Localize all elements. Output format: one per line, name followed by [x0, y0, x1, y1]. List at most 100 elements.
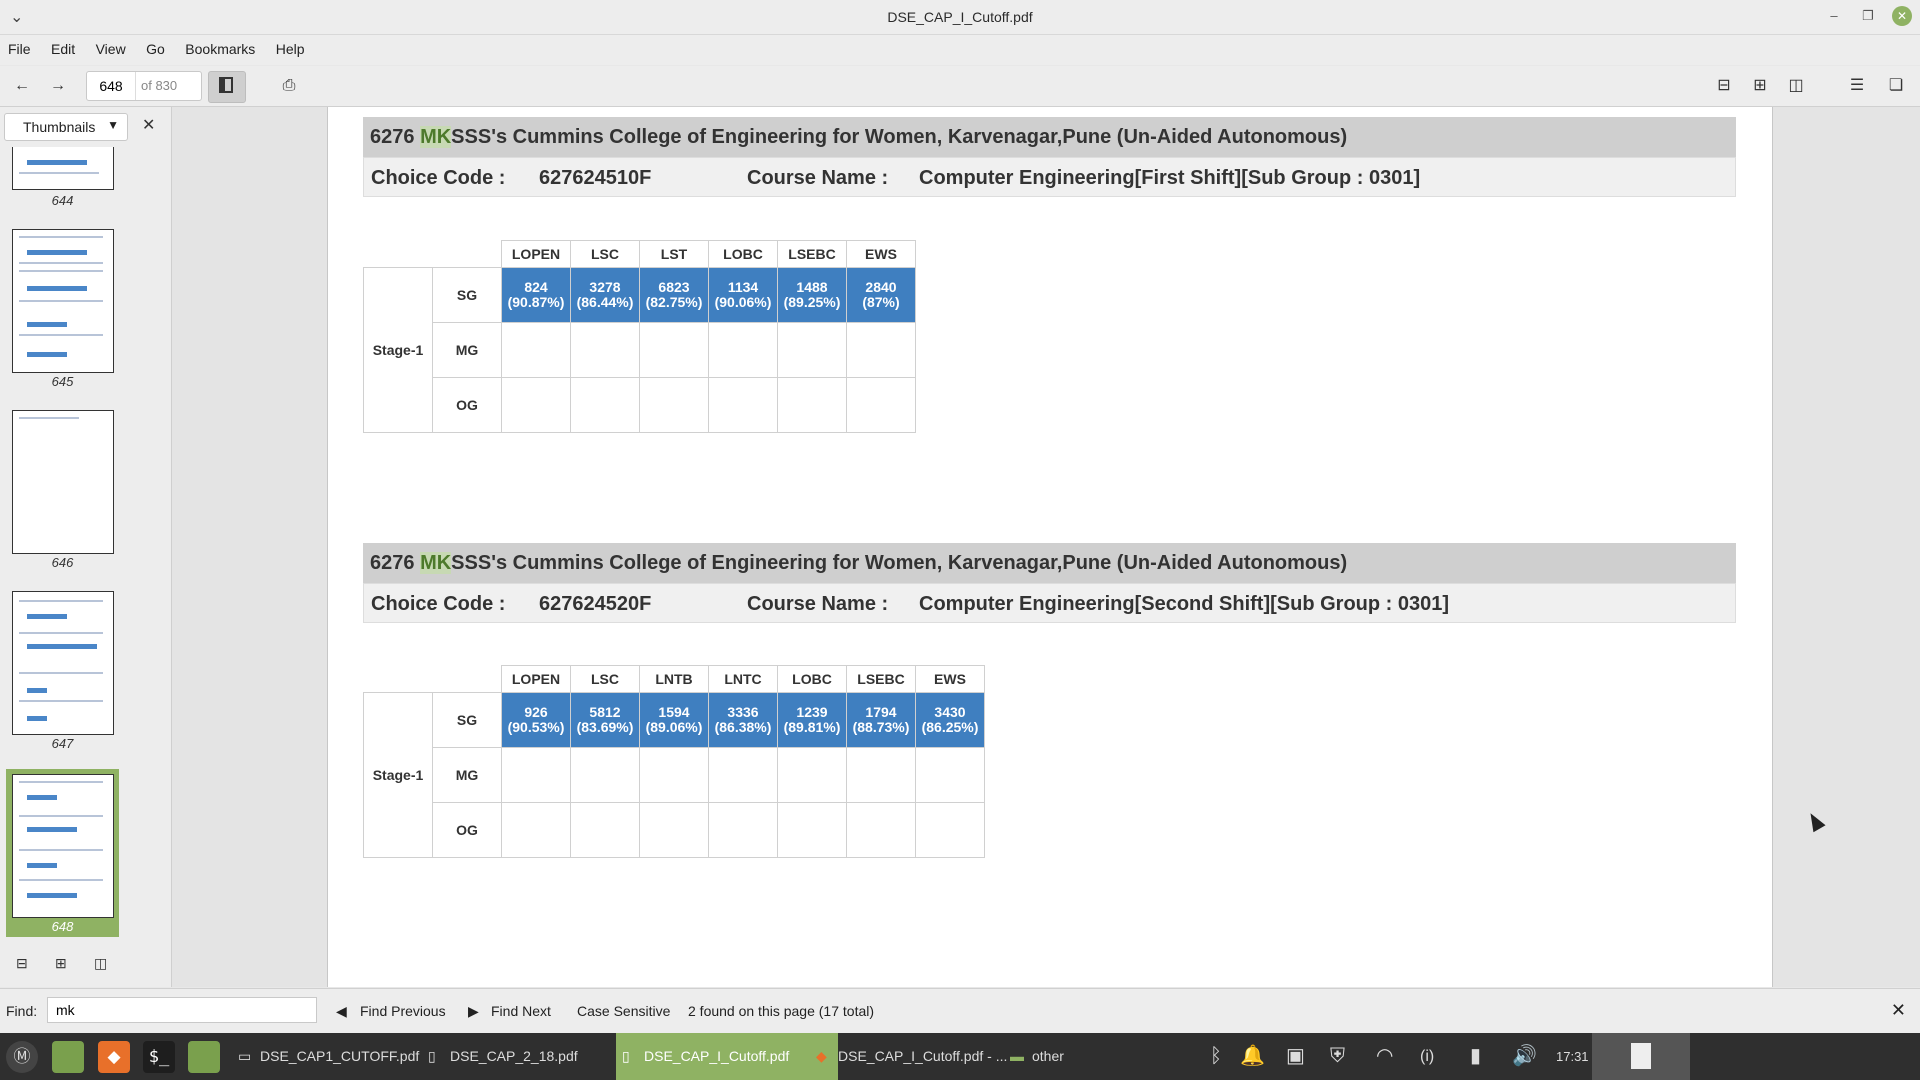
document-icon: ▯ [622, 1048, 630, 1064]
thumbnail-page[interactable] [12, 147, 114, 190]
minimize-icon[interactable]: – [1824, 6, 1844, 26]
sidebar-mode-select[interactable]: Thumbnails ▼ [4, 113, 128, 141]
print-icon[interactable]: ⎙ [277, 74, 301, 98]
page-number-input[interactable] [87, 72, 136, 100]
thumbnail-page[interactable] [12, 410, 114, 554]
mint-menu-icon[interactable]: Ⓜ [6, 1041, 38, 1073]
brave-window-icon: ◆ [816, 1048, 827, 1064]
zoom-fit-icon[interactable]: ◫ [1784, 74, 1808, 98]
close-icon[interactable]: ✕ [1892, 6, 1912, 26]
menu-edit[interactable]: Edit [43, 35, 83, 63]
clipboard-icon[interactable]: ▣ [1286, 1033, 1305, 1080]
cutoff-cell: 926 (90.53%) [501, 692, 571, 748]
title-bar: ⌄ DSE_CAP_I_Cutoff.pdf – ❐ ✕ [0, 0, 1920, 35]
thumbnail-page-selected[interactable] [12, 774, 114, 918]
menu-bookmarks[interactable]: Bookmarks [177, 35, 263, 63]
choice-code-label: Choice Code : [371, 593, 506, 615]
battery-icon[interactable]: ▮ [1470, 1033, 1481, 1080]
workspace-preview-icon [1631, 1043, 1651, 1069]
volume-icon[interactable]: 🔊 [1512, 1033, 1537, 1080]
pdf-page: 6276 MKSSS's Cummins College of Engineer… [327, 107, 1773, 987]
find-previous-button[interactable]: Find Previous [360, 1003, 446, 1019]
intel-icon[interactable]: (i) [1420, 1033, 1434, 1080]
brave-browser-icon[interactable]: ◆ [98, 1041, 130, 1073]
taskbar-window[interactable]: ▯ DSE_CAP_2_18.pdf [422, 1033, 630, 1080]
terminal-icon[interactable]: $_ [143, 1041, 175, 1073]
search-highlight: MK [420, 126, 452, 148]
zoom-out-icon[interactable]: ⊟ [1712, 74, 1736, 98]
column-header: LOBC [708, 240, 778, 268]
document-icon: ▯ [428, 1048, 436, 1064]
thumbnail-number: 645 [51, 374, 74, 389]
workspace-switcher[interactable] [1592, 1033, 1690, 1080]
dual-page-icon[interactable]: ❏ [1884, 74, 1908, 98]
find-previous-icon[interactable]: ◀ [336, 1003, 347, 1020]
column-header: LNTC [708, 665, 778, 693]
cutoff-cell: 3278 (86.44%) [570, 267, 640, 323]
sidebar-mode-label: Thumbnails [23, 119, 96, 135]
taskbar-window[interactable]: ▭ DSE_CAP1_CUTOFF.pdf [232, 1033, 440, 1080]
clock[interactable]: 17:31 [1556, 1033, 1589, 1080]
forward-arrow-icon[interactable]: → [46, 74, 70, 98]
college-name: SSS's Cummins College of Engineering for… [451, 126, 1348, 148]
thumb-zoom-fit-icon[interactable]: ◫ [94, 955, 107, 972]
shield-icon[interactable]: ⛨ [1330, 1033, 1345, 1080]
window-app-icon: ▭ [238, 1048, 252, 1064]
college-name: SSS's Cummins College of Engineering for… [451, 552, 1348, 574]
choice-code-value: 627624510F [539, 167, 652, 189]
thumb-zoom-in-icon[interactable]: ⊞ [55, 955, 67, 972]
column-header: LOPEN [501, 665, 571, 693]
toolbar: ← → of 830 ⎙ ⊟ ⊞ ◫ ☰ ❏ [0, 66, 1920, 107]
sidebar-close-icon[interactable]: ✕ [142, 115, 155, 135]
wifi-icon[interactable]: ◠ [1376, 1033, 1393, 1080]
case-sensitive-toggle[interactable]: Case Sensitive [577, 1003, 670, 1019]
find-label: Find: [6, 1003, 38, 1019]
thumbnail-page[interactable] [12, 591, 114, 735]
taskbar-window[interactable]: ▬ other [1004, 1033, 1112, 1080]
sidebar-zoom-controls: ⊟ ⊞ ◫ [0, 947, 170, 987]
cutoff-cell: 1488 (89.25%) [777, 267, 847, 323]
menu-help[interactable]: Help [268, 35, 313, 63]
menu-file[interactable]: File [0, 35, 39, 63]
bluetooth-icon[interactable]: ᛒ [1210, 1033, 1222, 1080]
menu-view[interactable]: View [88, 35, 134, 63]
group-label: SG [432, 692, 502, 748]
cutoff-cell: 6823 (82.75%) [639, 267, 709, 323]
column-header: EWS [915, 665, 985, 693]
cutoff-cell: 3430 (86.25%) [915, 692, 985, 748]
thumb-zoom-out-icon[interactable]: ⊟ [16, 955, 28, 972]
sidebar-toggle-button[interactable] [208, 71, 246, 103]
notifications-icon[interactable]: 🔔 [1240, 1033, 1265, 1080]
thumbnail-number: 646 [51, 555, 74, 570]
zoom-in-icon[interactable]: ⊞ [1748, 74, 1772, 98]
show-desktop-icon[interactable] [52, 1041, 84, 1073]
college-code: 6276 [370, 552, 415, 574]
back-arrow-icon[interactable]: ← [10, 74, 34, 98]
find-status: 2 found on this page (17 total) [688, 1003, 875, 1019]
find-next-icon[interactable]: ▶ [468, 1003, 479, 1020]
thumbnail-number: 644 [51, 193, 74, 208]
taskbar: Ⓜ ◆ $_ ▭ DSE_CAP1_CUTOFF.pdf ▯ DSE_CAP_2… [0, 1033, 1920, 1080]
cutoff-cell: 5812 (83.69%) [570, 692, 640, 748]
college-code: 6276 [370, 126, 415, 148]
find-close-icon[interactable]: ✕ [1891, 1000, 1906, 1021]
taskbar-window-active[interactable]: ▯ DSE_CAP_I_Cutoff.pdf [616, 1033, 838, 1080]
choice-code-value: 627624520F [539, 593, 652, 615]
menu-bar: File Edit View Go Bookmarks Help [0, 35, 1920, 65]
find-next-button[interactable]: Find Next [491, 1003, 551, 1019]
find-input[interactable] [47, 997, 317, 1023]
cutoff-table: LOPEN LSC LST LOBC LSEBC EWS Stage-1 SG … [363, 240, 916, 433]
thumbnail-list[interactable]: 644 645 646 647 648 [0, 147, 170, 937]
cutoff-cell: 2840 (87%) [846, 267, 916, 323]
restore-icon[interactable]: ❐ [1858, 6, 1878, 26]
column-header: LOBC [777, 665, 847, 693]
menu-go[interactable]: Go [138, 35, 173, 63]
continuous-view-icon[interactable]: ☰ [1845, 74, 1869, 98]
taskbar-window[interactable]: ◆ DSE_CAP_I_Cutoff.pdf - ... [810, 1033, 1028, 1080]
choice-row: Choice Code : 627624510F Course Name : C… [363, 157, 1736, 197]
document-viewport[interactable]: 6276 MKSSS's Cummins College of Engineer… [172, 107, 1920, 987]
files-folder-icon[interactable] [188, 1041, 220, 1073]
thumbnail-page[interactable] [12, 229, 114, 373]
group-label: MG [432, 322, 502, 378]
thumbnail-number: 647 [51, 736, 74, 751]
